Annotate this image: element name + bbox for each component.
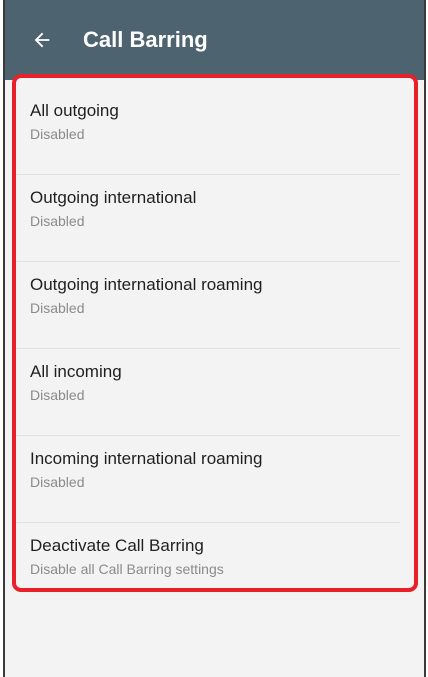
list-item-deactivate-call-barring[interactable]: Deactivate Call Barring Disable all Call… xyxy=(16,523,414,610)
item-summary: Disabled xyxy=(30,126,85,142)
list-item-all-incoming[interactable]: All incoming Disabled xyxy=(16,349,400,436)
item-summary: Disabled xyxy=(30,387,85,403)
phone-screen: Call Barring All outgoing Disabled Outgo… xyxy=(3,0,426,677)
item-title: All outgoing xyxy=(30,101,119,120)
item-title: Outgoing international roaming xyxy=(30,275,263,294)
list-item-outgoing-international[interactable]: Outgoing international Disabled xyxy=(16,175,400,262)
arrow-left-icon[interactable] xyxy=(31,29,53,51)
highlight-outline: All outgoing Disabled Outgoing internati… xyxy=(12,74,418,592)
list-item-incoming-international-roaming[interactable]: Incoming international roaming Disabled xyxy=(16,436,400,523)
list-item-outgoing-international-roaming[interactable]: Outgoing international roaming Disabled xyxy=(16,262,400,349)
item-summary: Disable all Call Barring settings xyxy=(30,561,224,577)
item-title: Incoming international roaming xyxy=(30,449,263,468)
item-title: All incoming xyxy=(30,362,122,381)
item-title: Outgoing international xyxy=(30,188,197,207)
page-title: Call Barring xyxy=(83,27,208,52)
item-summary: Disabled xyxy=(30,474,85,490)
item-summary: Disabled xyxy=(30,213,85,229)
item-summary: Disabled xyxy=(30,300,85,316)
app-bar: Call Barring xyxy=(5,0,424,80)
settings-list: All outgoing Disabled Outgoing internati… xyxy=(16,78,414,588)
list-item-all-outgoing[interactable]: All outgoing Disabled xyxy=(16,88,400,175)
item-title: Deactivate Call Barring xyxy=(30,536,204,555)
